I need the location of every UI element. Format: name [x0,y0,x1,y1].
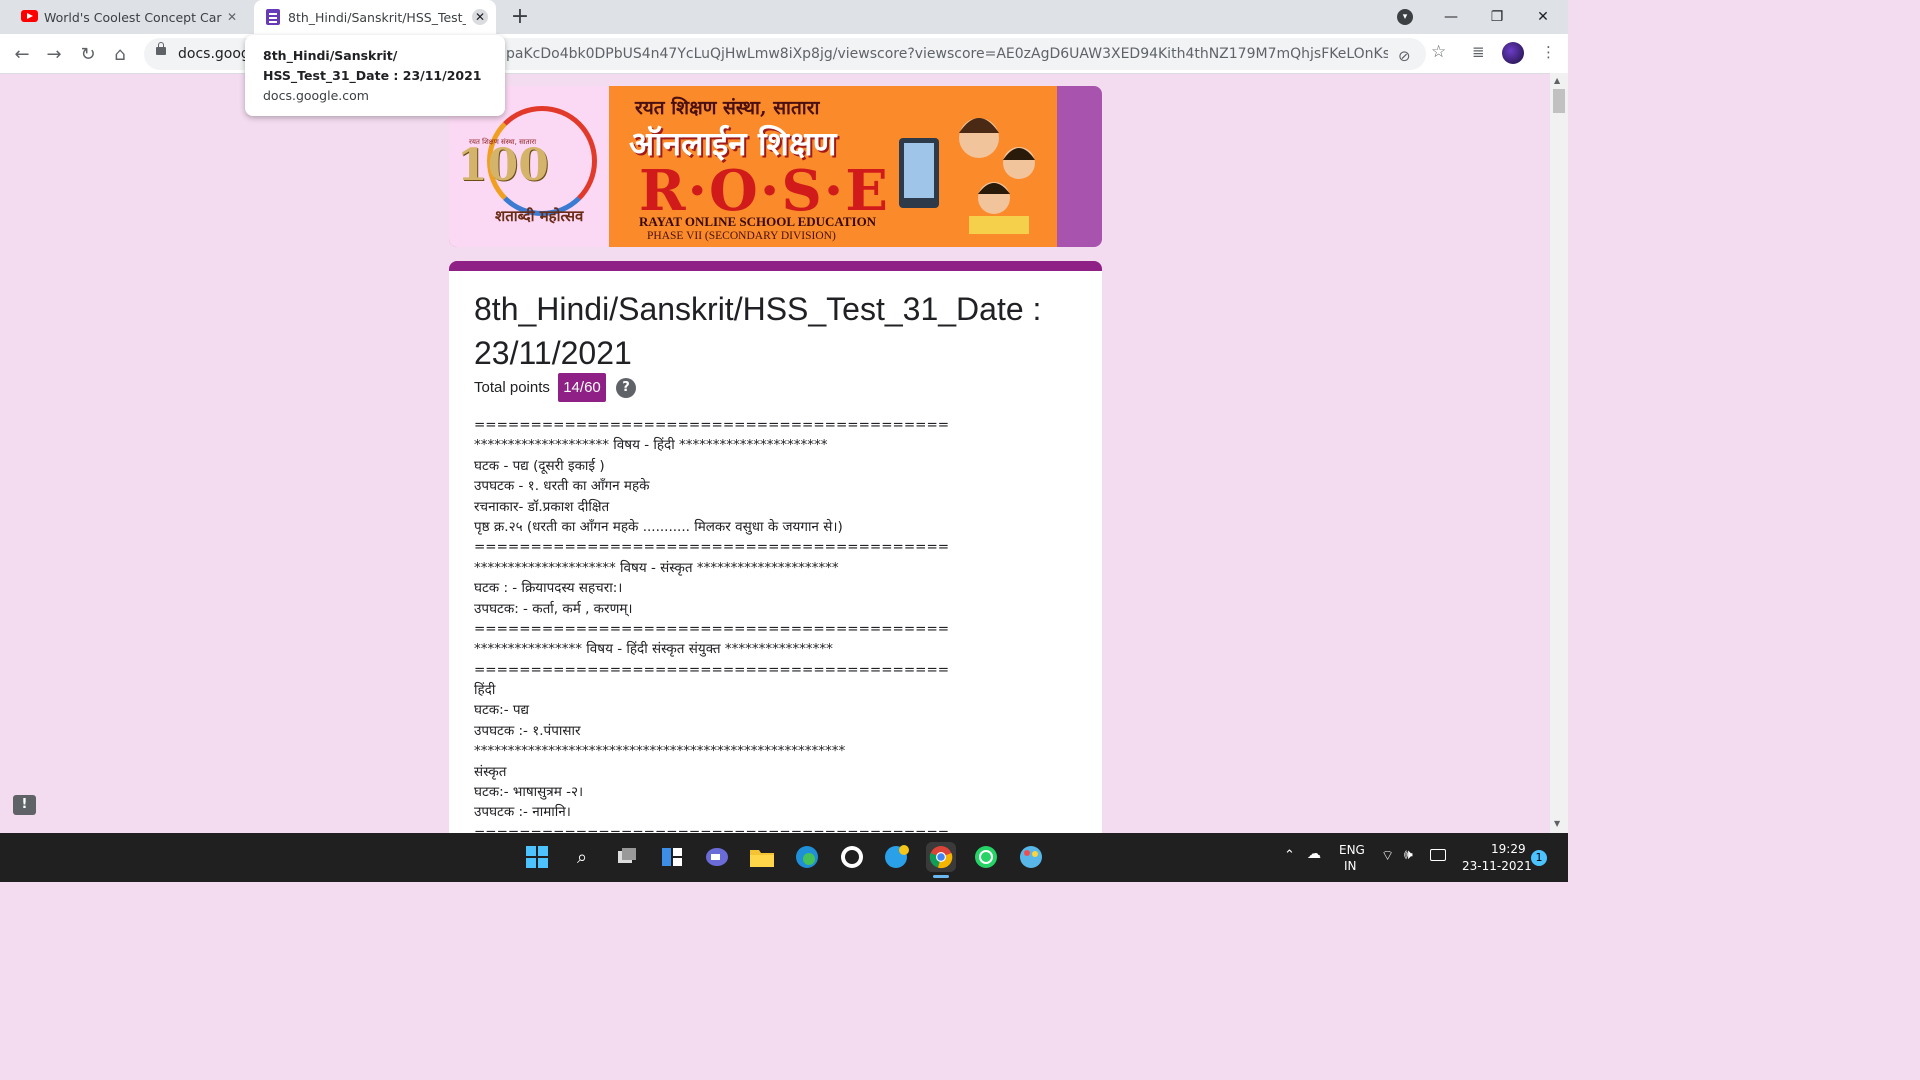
youtube-icon [21,10,38,22]
profile-avatar[interactable] [1502,42,1524,64]
tab-search-icon[interactable]: ▾ [1397,9,1413,25]
logo-number: 100 [457,140,549,191]
active-app-indicator [933,875,949,878]
form-score-card: 8th_Hindi/Sanskrit/HSS_Test_31_Date : 23… [449,261,1102,861]
description-line: घटक - पद्य (दूसरी इकाई ) [474,457,605,474]
menu-kebab-icon[interactable]: ⋮ [1541,43,1556,61]
description-line: रचनाकार- डॉ.प्रकाश दीक्षित [474,498,610,515]
scrollbar-thumb[interactable] [1553,89,1565,113]
page-scrollbar[interactable]: ▲ ▼ [1550,73,1568,833]
restore-button[interactable]: ❐ [1474,0,1520,34]
scroll-up-icon[interactable]: ▲ [1554,76,1560,85]
page-title: 8th_Hindi/Sanskrit/HSS_Test_31_Date : 23… [474,291,1042,371]
children-with-computer-illustration [899,118,1035,234]
tab-strip: World's Coolest Concept Car - M ✕ 8th_Hi… [0,0,1568,34]
description-line: घटक : - क्रियापदस्य सहचरा:। [474,580,623,597]
search-icon[interactable]: ⌕ [567,842,597,872]
reading-list-icon[interactable]: ≣ [1472,43,1485,61]
clock-date[interactable]: 23-11-2021 [1462,859,1532,873]
banner-org-name: रयत शिक्षण संस्था, सातारा [635,97,820,119]
description-line: ========================================… [474,417,950,433]
bookmark-star-icon[interactable]: ☆ [1431,42,1446,62]
teams-chat-icon[interactable] [702,842,732,872]
report-issue-icon[interactable]: ! [13,795,36,815]
reload-icon[interactable]: ↻ [74,40,102,68]
tab-hover-card: 8th_Hindi/Sanskrit/ HSS_Test_31_Date : 2… [245,35,505,116]
tooltip-title: 8th_Hindi/Sanskrit/ HSS_Test_31_Date : 2… [263,48,482,83]
weather-app-icon[interactable] [882,842,912,872]
notification-badge[interactable]: 1 [1531,850,1547,866]
widgets-icon[interactable] [657,842,687,872]
description-line: घटक:- पद्य [474,702,530,719]
description-line: पृष्ठ क्र.२५ (धरती का आँगन महके ........… [474,518,843,535]
language-indicator[interactable]: ENG [1339,843,1365,857]
description-line: घटक:- भाषासुत्रम -२। [474,784,584,801]
description-line: ****************************************… [474,743,846,760]
close-icon[interactable]: ✕ [472,9,488,25]
url-path: paKcDo4bk0DPbUS4n47YcLuQjHwLmw8iXp8jg/vi… [506,46,1388,62]
home-icon[interactable]: ⌂ [106,40,134,68]
banner-main: रयत शिक्षण संस्था, सातारा ऑनलाईन शिक्षण … [609,86,1057,247]
forward-arrow-icon[interactable]: → [40,40,68,68]
description-line: ========================================… [474,620,950,637]
total-points-label: Total points [474,379,550,396]
description-line: संस्कृत [474,763,507,780]
description-line: ========================================… [474,661,950,678]
description-line: ========================================… [474,539,950,556]
back-arrow-icon[interactable]: ← [8,40,36,68]
chevron-up-icon[interactable]: ⌃ [1284,848,1295,863]
whatsapp-icon[interactable] [971,842,1001,872]
help-icon[interactable]: ? [616,378,636,398]
description-line: उपघटक - १. धरती का आँगन महके [474,478,650,495]
task-view-icon[interactable] [612,842,642,872]
tab-label: World's Coolest Concept Car - M [44,9,222,25]
score-badge: 14/60 [558,373,606,402]
banner-phase: PHASE VII (SECONDARY DIVISION) [647,230,836,242]
windows-start-icon[interactable] [522,842,552,872]
banner-subtitle: RAYAT ONLINE SCHOOL EDUCATION [639,214,877,229]
tracking-eye-off-icon[interactable]: ⊘ [1398,47,1411,65]
scroll-down-icon[interactable]: ▼ [1554,819,1560,828]
description-line: ******************** विषय - हिंदी ******… [474,437,828,454]
browser-toolbar: ← → ↻ ⌂ docs.goog paKcDo4bk0DPbUS4n47YcL… [0,34,1568,74]
security-app-icon[interactable] [837,842,867,872]
logo-caption: शताब्दी महोत्सव [495,207,584,225]
tab-google-form[interactable]: 8th_Hindi/Sanskrit/HSS_Test_31_D ✕ [254,0,496,34]
google-forms-icon [266,9,280,25]
description-line: उपघटक :- नामानि। [474,804,571,821]
wifi-icon[interactable]: ⌔ [1381,847,1394,865]
card-accent-bar [449,261,1102,271]
onedrive-cloud-icon[interactable]: ☁ [1307,846,1321,862]
minimize-button[interactable]: — [1428,0,1474,34]
tooltip-host: docs.google.com [263,88,369,103]
edge-icon[interactable] [792,842,822,872]
description-line: उपघटक: - कर्ता, कर्म , करणम्। [474,600,633,617]
tab-youtube[interactable]: World's Coolest Concept Car - M ✕ [8,0,248,34]
battery-icon[interactable] [1430,849,1446,861]
lock-icon[interactable] [156,42,166,55]
description-line: **************** विषय - हिंदी संस्कृत सं… [474,641,833,658]
chrome-icon[interactable] [926,842,956,872]
window-close-button[interactable]: ✕ [1520,0,1566,34]
windows-taskbar: ⌕ ⌃ ☁ ENG IN ⌔ 🕪 19:29 23-11-2021 1 [0,833,1568,882]
region-indicator[interactable]: IN [1344,859,1357,873]
form-description: ========================================… [474,415,1084,843]
file-explorer-icon[interactable] [747,842,777,872]
description-line: हिंदी [474,682,496,699]
clock-time[interactable]: 19:29 [1491,842,1526,856]
tab-label: 8th_Hindi/Sanskrit/HSS_Test_31_D [288,9,466,25]
new-tab-button[interactable]: + [508,5,532,29]
volume-icon[interactable]: 🕪 [1404,847,1413,863]
paint-app-icon[interactable] [1016,842,1046,872]
description-line: ********************* विषय - संस्कृत ***… [474,559,839,576]
close-icon[interactable]: ✕ [224,9,240,25]
url-host: docs.goog [178,46,250,62]
form-header-banner: रयत शिक्षण संस्था, सातारा 100 शताब्दी मह… [449,86,1102,247]
description-line: उपघटक :- १.पंपासार [474,722,581,739]
